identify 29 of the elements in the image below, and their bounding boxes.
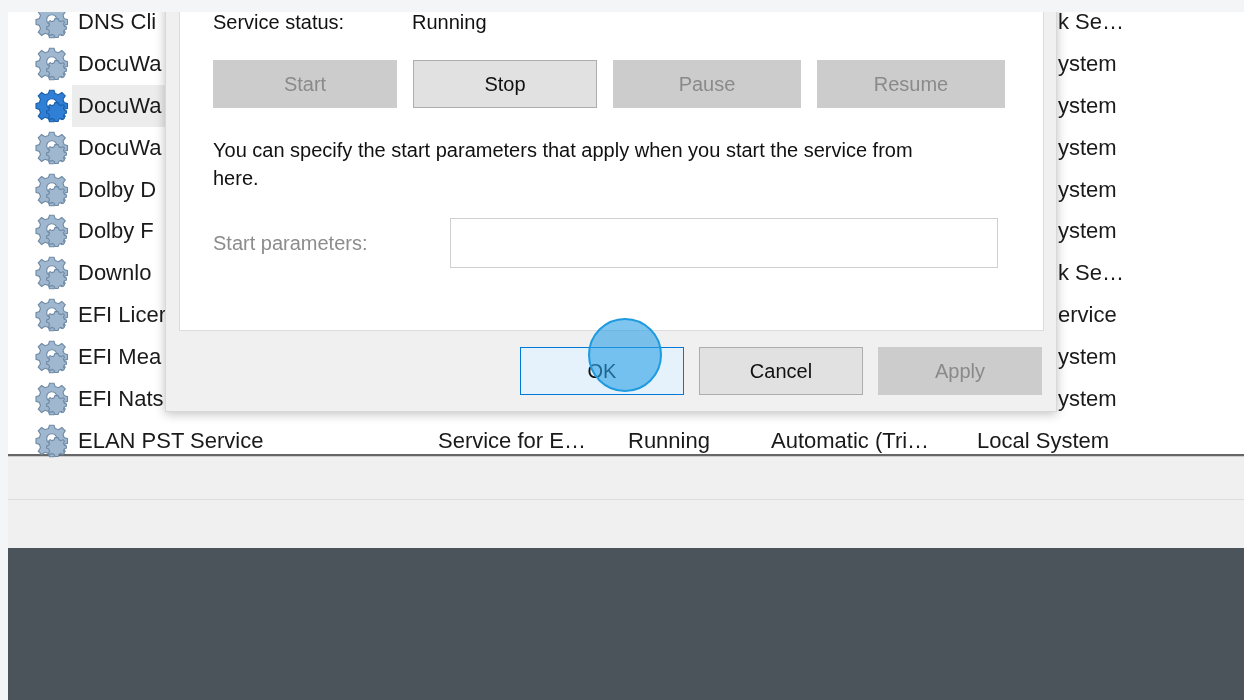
service-name: Downlo <box>78 260 152 287</box>
service-status-value: Running <box>412 12 487 34</box>
service-name: DNS Cli <box>78 12 157 35</box>
service-name: EFI Licer <box>78 302 167 329</box>
service-name: EFI Nats <box>78 385 164 412</box>
service-name: Dolby F <box>78 218 154 245</box>
service-log-on-as: ystem <box>1058 385 1117 412</box>
service-log-on-as: k Se… <box>1058 12 1125 35</box>
service-name: DocuWa <box>78 134 162 161</box>
service-log-on-as: ystem <box>1058 218 1117 245</box>
service-name: EFI Mea <box>78 344 162 371</box>
service-status: Running <box>628 427 710 454</box>
service-log-on-as: Local System <box>977 427 1110 454</box>
service-startup-type: Automatic (Tri… <box>771 427 930 454</box>
service-log-on-as: ystem <box>1058 92 1117 119</box>
service-log-on-as: k Se… <box>1058 260 1125 287</box>
start-parameters-hint: You can specify the start parameters that apply when you start the service from here. <box>213 138 914 191</box>
service-name: Dolby D <box>78 176 157 203</box>
service-name: DocuWa <box>78 92 162 119</box>
service-log-on-as: ervice <box>1058 302 1117 329</box>
service-name: ELAN PST Service <box>78 427 264 454</box>
service-name: DocuWa <box>78 50 162 77</box>
service-status-label: Service status: <box>213 12 346 34</box>
service-description: Service for E… <box>438 427 586 454</box>
service-log-on-as: ystem <box>1058 50 1117 77</box>
service-log-on-as: ystem <box>1058 344 1117 371</box>
service-log-on-as: ystem <box>1058 134 1117 161</box>
service-log-on-as: ystem <box>1058 176 1117 203</box>
start-parameters-label: Start parameters: <box>213 231 369 255</box>
